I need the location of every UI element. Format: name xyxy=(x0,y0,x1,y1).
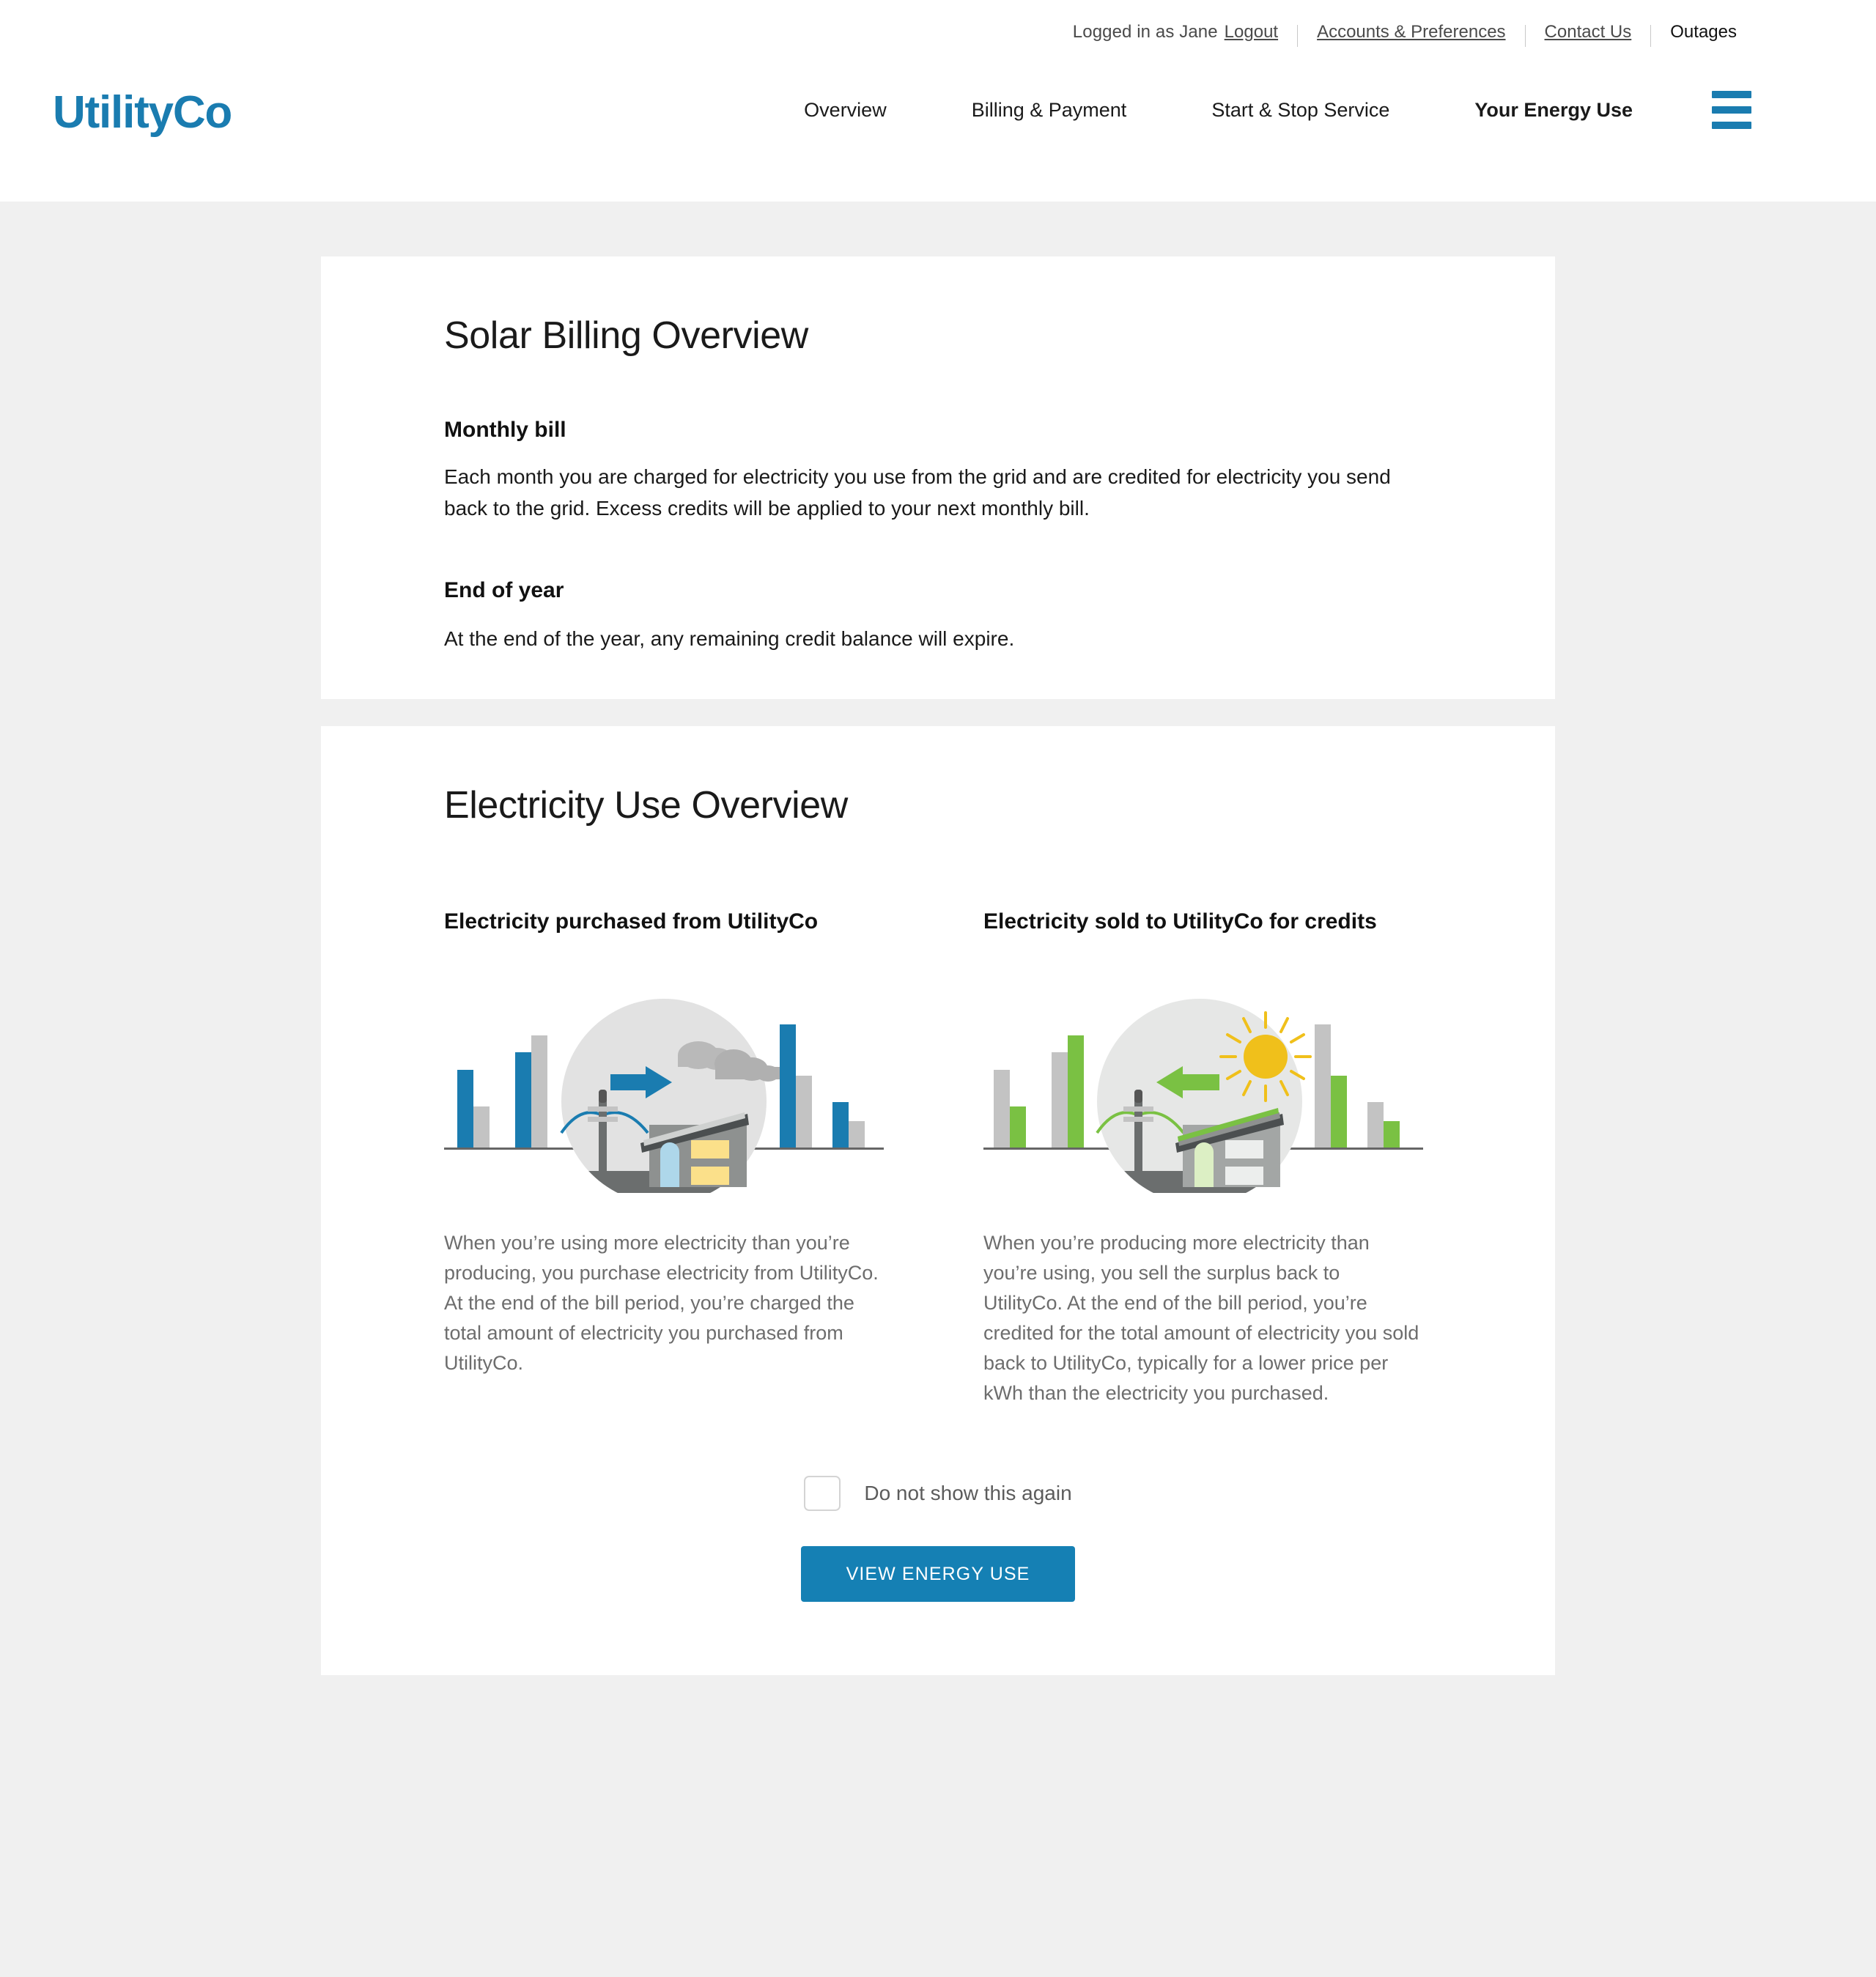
main-navigation: Overview Billing & Payment Start & Stop … xyxy=(761,91,1751,129)
outages-link[interactable]: Outages xyxy=(1670,22,1737,43)
nav-item-billing-payment[interactable]: Billing & Payment xyxy=(929,99,1170,122)
site-header: Logged in as Jane Logout Accounts & Pref… xyxy=(0,0,1876,202)
brand-logo[interactable]: UtilityCo xyxy=(53,90,232,136)
do-not-show-checkbox[interactable] xyxy=(804,1476,841,1512)
logout-link[interactable]: Logout xyxy=(1225,22,1278,43)
electricity-use-overview-card: Electricity Use Overview Electricity pur… xyxy=(321,725,1555,1676)
column-sold-text: When you’re producing more electricity t… xyxy=(983,1231,1419,1405)
solar-billing-overview-card: Solar Billing Overview Monthly bill Each… xyxy=(321,256,1555,699)
end-of-year-text: At the end of the year, any remaining cr… xyxy=(444,627,1015,650)
logged-in-text: Logged in as Jane xyxy=(1072,22,1218,42)
do-not-show-row: Do not show this again xyxy=(444,1476,1432,1512)
card-spacer xyxy=(0,699,1876,726)
purchased-illustration-svg xyxy=(444,998,884,1193)
column-sold-heading: Electricity sold to UtilityCo for credit… xyxy=(983,909,1377,934)
nav-item-your-energy-use[interactable]: Your Energy Use xyxy=(1432,99,1675,122)
hamburger-menu-icon[interactable] xyxy=(1712,91,1751,129)
overview-columns: Electricity purchased from UtilityCo Whe… xyxy=(444,907,1432,1408)
nav-item-overview[interactable]: Overview xyxy=(761,99,929,122)
cta-row: VIEW ENERGY USE xyxy=(444,1546,1432,1603)
monthly-bill-text: Each month you are charged for electrici… xyxy=(444,465,1391,520)
column-purchased-heading: Electricity purchased from UtilityCo xyxy=(444,909,819,934)
page-body: Solar Billing Overview Monthly bill Each… xyxy=(0,202,1876,1676)
view-energy-use-button[interactable]: VIEW ENERGY USE xyxy=(800,1546,1076,1603)
column-sold: Electricity sold to UtilityCo for credit… xyxy=(983,907,1423,1408)
logged-in-group: Logged in as Jane Logout xyxy=(1073,22,1278,43)
utility-bar: Logged in as Jane Logout Accounts & Pref… xyxy=(0,0,1876,47)
end-of-year-section: End of year At the end of the year, any … xyxy=(444,577,1432,655)
do-not-show-label[interactable]: Do not show this again xyxy=(864,1482,1071,1505)
monthly-bill-heading: Monthly bill xyxy=(444,418,566,443)
page-title: Solar Billing Overview xyxy=(444,314,808,357)
sold-illustration-svg xyxy=(983,998,1423,1193)
sold-to-utility-illustration xyxy=(983,997,1423,1193)
column-purchased-text: When you’re using more electricity than … xyxy=(444,1231,879,1374)
purchased-from-utility-illustration xyxy=(444,997,884,1193)
contact-us-link[interactable]: Contact Us xyxy=(1545,22,1632,43)
electricity-use-overview-title: Electricity Use Overview xyxy=(444,783,848,827)
monthly-bill-section: Monthly bill Each month you are charged … xyxy=(444,417,1432,525)
column-purchased: Electricity purchased from UtilityCo Whe… xyxy=(444,907,884,1408)
header-main: UtilityCo Overview Billing & Payment Sta… xyxy=(0,44,1876,176)
end-of-year-heading: End of year xyxy=(444,577,564,602)
accounts-preferences-link[interactable]: Accounts & Preferences xyxy=(1317,22,1505,43)
nav-item-start-stop-service[interactable]: Start & Stop Service xyxy=(1169,99,1432,122)
